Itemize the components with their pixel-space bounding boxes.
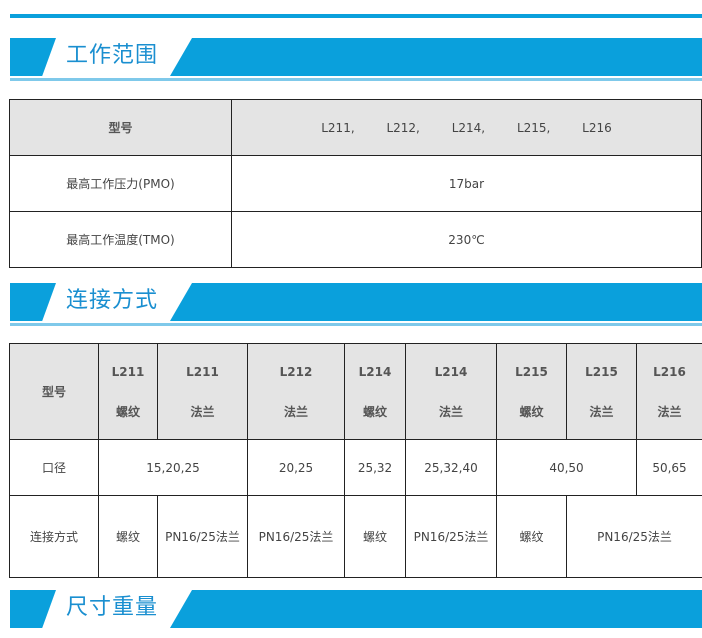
connection-table: 型号 L211螺纹 L211法兰 L212法兰 L214螺纹 L214法兰 L2… (9, 343, 702, 578)
row-label-temperature: 最高工作温度(TMO) (10, 212, 232, 268)
col-type: 螺纹 (345, 392, 405, 432)
table-row: 最高工作温度(TMO) 230℃ (10, 212, 702, 268)
table-row: 连接方式 螺纹 PN16/25法兰 PN16/25法兰 螺纹 PN16/25法兰… (10, 496, 702, 578)
header-col: L212法兰 (248, 344, 345, 440)
banner-right-bar (170, 38, 702, 76)
header-col: L214法兰 (406, 344, 497, 440)
section-title: 连接方式 (66, 285, 158, 317)
model-name: L215, (517, 121, 550, 135)
row-label-pressure: 最高工作压力(PMO) (10, 156, 232, 212)
header-col: L211法兰 (158, 344, 248, 440)
header-col: L214螺纹 (345, 344, 406, 440)
diameter-cell: 40,50 (497, 440, 637, 496)
connection-cell: 螺纹 (99, 496, 158, 578)
connection-cell: PN16/25法兰 (248, 496, 345, 578)
col-type: 法兰 (158, 392, 247, 432)
row-label-diameter: 口径 (10, 440, 99, 496)
table-row: 口径 15,20,25 20,25 25,32 25,32,40 40,50 5… (10, 440, 702, 496)
section-banner-working-range: 工作范围 (10, 38, 702, 86)
header-model-label: 型号 (10, 100, 232, 156)
section-title: 工作范围 (66, 40, 158, 72)
table-row: 最高工作压力(PMO) 17bar (10, 156, 702, 212)
diameter-cell: 15,20,25 (99, 440, 248, 496)
col-model: L215 (497, 352, 566, 392)
banner-left-slant (10, 590, 56, 628)
header-col: L215螺纹 (497, 344, 567, 440)
col-model: L214 (345, 352, 405, 392)
col-type: 法兰 (406, 392, 496, 432)
col-type: 螺纹 (497, 392, 566, 432)
col-model: L216 (637, 352, 702, 392)
banner-underline (10, 323, 702, 326)
row-value-temperature: 230℃ (232, 212, 702, 268)
banner-left-slant (10, 38, 56, 76)
connection-cell: PN16/25法兰 (158, 496, 248, 578)
banner-underline (10, 78, 702, 81)
banner-left-slant (10, 283, 56, 321)
table-header-row: 型号 L211螺纹 L211法兰 L212法兰 L214螺纹 L214法兰 L2… (10, 344, 702, 440)
row-label-connection: 连接方式 (10, 496, 99, 578)
col-model: L211 (99, 352, 157, 392)
col-model: L211 (158, 352, 247, 392)
model-name: L212, (386, 121, 419, 135)
col-type: 法兰 (637, 392, 702, 432)
diameter-cell: 25,32,40 (406, 440, 497, 496)
header-col: L211螺纹 (99, 344, 158, 440)
connection-cell: 螺纹 (345, 496, 406, 578)
table-header-row: 型号 L211, L212, L214, L215, L216 (10, 100, 702, 156)
model-name: L211, (321, 121, 354, 135)
col-model: L215 (567, 352, 636, 392)
connection-text: PN16/25法兰 (165, 530, 240, 544)
working-range-table: 型号 L211, L212, L214, L215, L216 最高工作压力(P… (9, 99, 702, 268)
banner-right-bar (170, 590, 702, 628)
header-model-list: L211, L212, L214, L215, L216 (232, 100, 702, 156)
section-title: 尺寸重量 (66, 592, 158, 624)
section-banner-connection: 连接方式 (10, 283, 702, 331)
col-type: 法兰 (567, 392, 636, 432)
section-banner-dimensions: 尺寸重量 (10, 590, 702, 638)
header-col: L216法兰 (637, 344, 702, 440)
col-type: 法兰 (248, 392, 344, 432)
top-rule (10, 14, 702, 18)
model-name: L214, (452, 121, 485, 135)
col-model: L212 (248, 352, 344, 392)
connection-cell: PN16/25法兰 (567, 496, 702, 578)
connection-cell: 螺纹 (497, 496, 567, 578)
header-model-label: 型号 (10, 344, 99, 440)
row-value-pressure: 17bar (232, 156, 702, 212)
model-name: L216 (582, 121, 612, 135)
header-col: L215法兰 (567, 344, 637, 440)
connection-cell: PN16/25法兰 (406, 496, 497, 578)
banner-right-bar (170, 283, 702, 321)
col-model: L214 (406, 352, 496, 392)
diameter-cell: 20,25 (248, 440, 345, 496)
diameter-cell: 25,32 (345, 440, 406, 496)
diameter-cell: 50,65 (637, 440, 702, 496)
col-type: 螺纹 (99, 392, 157, 432)
